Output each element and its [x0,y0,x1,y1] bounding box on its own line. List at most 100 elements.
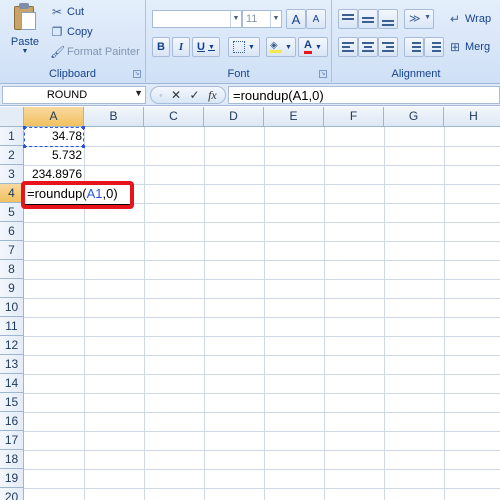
row-header-19[interactable]: 19 [0,469,24,488]
row-header-1[interactable]: 1 [0,127,24,146]
name-box-value: ROUND [46,89,88,101]
chevron-down-icon: ▼ [270,11,281,27]
gridline [144,127,145,500]
fill-color-icon: ◈ [270,41,283,53]
chevron-down-icon[interactable]: ▼ [6,48,44,55]
column-header-f[interactable]: F [324,107,384,127]
chevron-down-icon[interactable]: ▼ [134,88,143,98]
row-header-10[interactable]: 10 [0,298,24,317]
column-header-b[interactable]: B [84,107,144,127]
reference-highlight-a1 [23,126,85,148]
decrease-indent-button[interactable] [404,37,424,57]
row-header-11[interactable]: 11 [0,317,24,336]
gridline [24,336,500,337]
align-center-button[interactable] [358,37,378,57]
align-left-button[interactable] [338,37,358,57]
row-header-18[interactable]: 18 [0,450,24,469]
column-header-h[interactable]: H [444,107,500,127]
wrap-text-button[interactable]: ↵ Wrap [448,10,491,28]
gridline [24,488,500,489]
alignment-group: ≫ ▼ ↵ Wrap ⊞ Merg Alignment [332,0,500,82]
grip-icon: ◦ [159,90,163,100]
dialog-launcher-icon[interactable]: ↘ [133,70,141,78]
bold-button[interactable]: B [152,37,170,57]
align-top-button[interactable] [338,9,358,29]
align-middle-button[interactable] [358,9,378,29]
column-header-d[interactable]: D [204,107,264,127]
font-size-combo[interactable]: 11 ▼ [242,10,282,28]
wrap-text-icon: ↵ [449,12,461,26]
insert-function-icon[interactable]: fx [208,88,217,103]
annotation-highlight-box [21,181,134,209]
select-all-corner[interactable] [0,107,24,127]
shrink-font-button[interactable]: A [306,9,326,29]
paintbrush-icon: 🖌 [50,45,66,59]
format-painter-button[interactable]: 🖌 Format Painter [50,43,140,61]
italic-label: I [178,41,184,53]
align-bottom-button[interactable] [378,9,398,29]
row-header-6[interactable]: 6 [0,222,24,241]
row-header-9[interactable]: 9 [0,279,24,298]
row-header-7[interactable]: 7 [0,241,24,260]
row-header-13[interactable]: 13 [0,355,24,374]
column-header-g[interactable]: G [384,107,444,127]
grow-font-button[interactable]: A [286,9,306,29]
grow-font-label: A [291,11,301,27]
paste-button[interactable]: Paste ▼ [6,2,44,62]
row-header-12[interactable]: 12 [0,336,24,355]
row-header-17[interactable]: 17 [0,431,24,450]
row-header-16[interactable]: 16 [0,412,24,431]
row-header-20[interactable]: 20 [0,488,24,500]
column-header-e[interactable]: E [264,107,324,127]
copy-button[interactable]: ❐ Copy [50,23,93,41]
gridline [24,431,500,432]
italic-button[interactable]: I [172,37,190,57]
bold-label: B [157,41,165,53]
chevron-down-icon: ▼ [248,43,255,51]
copy-icon: ❐ [51,25,63,39]
font-color-button[interactable]: A ▼ [298,37,328,57]
fill-color-button[interactable]: ◈ ▼ [266,37,296,57]
row-header-2[interactable]: 2 [0,146,24,165]
column-header-c[interactable]: C [144,107,204,127]
column-header-a[interactable]: A [24,107,84,127]
chevron-down-icon: ▼ [424,14,431,21]
gridline [24,222,500,223]
clipboard-group-label: Clipboard [48,68,97,80]
merge-button[interactable]: ⊞ Merg [448,38,490,56]
formula-input[interactable]: =roundup(A1,0) [228,86,500,104]
chevron-down-icon: ▼ [208,43,215,51]
row-header-8[interactable]: 8 [0,260,24,279]
merge-icon: ⊞ [449,40,461,54]
copy-label: Copy [67,26,93,38]
gridline [24,241,500,242]
gridline [24,146,500,147]
font-group-label: Font [227,68,250,80]
clipboard-group: Paste ▼ ✂ Cut ❐ Copy 🖌 Format Painter Cl… [0,0,146,82]
orientation-button[interactable]: ≫ ▼ [404,9,434,29]
cancel-icon[interactable]: ✕ [171,88,181,102]
gridline [24,279,500,280]
wrap-text-label: Wrap [465,13,492,25]
orientation-icon: ≫ [409,13,421,25]
gridline [324,127,325,500]
row-header-15[interactable]: 15 [0,393,24,412]
underline-button[interactable]: U ▼ [192,37,220,57]
dialog-launcher-icon[interactable]: ↘ [319,70,327,78]
font-name-combo[interactable]: ▼ [152,10,242,28]
gridline [24,450,500,451]
cell-a2[interactable]: 5.732 [24,146,84,165]
gridline [24,393,500,394]
borders-icon [233,41,246,53]
name-box[interactable]: ROUND ▼ [2,86,146,104]
enter-icon[interactable]: ✓ [190,88,200,102]
row-header-14[interactable]: 14 [0,374,24,393]
format-painter-label: Format Painter [67,46,140,58]
increase-indent-button[interactable] [424,37,444,57]
align-right-button[interactable] [378,37,398,57]
borders-button[interactable]: ▼ [228,37,260,57]
gridline [24,355,500,356]
cut-button[interactable]: ✂ Cut [50,3,84,21]
row-header-3[interactable]: 3 [0,165,24,184]
chevron-down-icon: ▼ [315,43,322,51]
